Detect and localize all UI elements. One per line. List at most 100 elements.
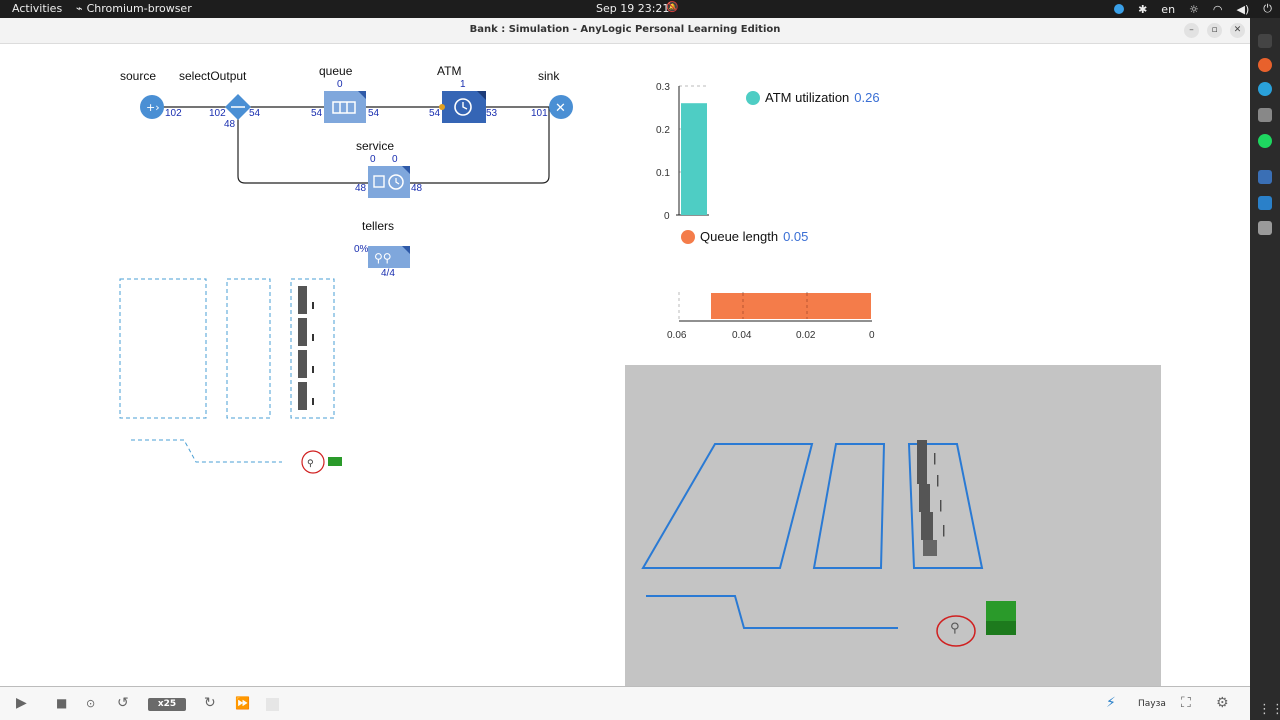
queue-block (324, 91, 366, 123)
queue-out-count: 54 (368, 108, 380, 119)
atm-out-count: 53 (486, 108, 498, 119)
atm-label: ATM (437, 64, 462, 78)
telegram-icon[interactable] (1258, 82, 1272, 96)
power-icon[interactable]: ⏻ (1263, 2, 1272, 16)
speed-up-button[interactable]: ↻ (204, 695, 216, 711)
system-tray[interactable]: ✱ en ☼ ◠ ◀) ⏻ (1114, 2, 1272, 16)
atm-queue-path-2d (131, 439, 282, 463)
teller-desk-3 (298, 350, 307, 378)
brightness-icon[interactable]: ☼ (1189, 3, 1199, 16)
step-button[interactable] (266, 698, 279, 711)
status-label: Пауза (1138, 699, 1166, 709)
minimize-button[interactable]: – (1184, 23, 1199, 38)
queue-legend-swatch (681, 229, 695, 244)
zone-2-2d (226, 278, 271, 419)
dock: ⋮⋮ (1250, 18, 1280, 720)
wifi-icon[interactable]: ◠ (1213, 3, 1223, 16)
bluetooth-icon[interactable]: ✱ (1138, 3, 1147, 16)
trash-icon[interactable] (1258, 221, 1272, 235)
svg-text:⚲: ⚲ (950, 621, 960, 636)
atm-legend-value: 0.26 (854, 90, 880, 105)
simulation-window: Bank : Simulation - AnyLogic Personal Le… (0, 18, 1250, 720)
activities-button[interactable]: Activities (12, 2, 62, 15)
tellers-icon: ⚲⚲ (374, 251, 392, 265)
y-tick-0.3: 0.3 (656, 82, 670, 93)
x-tick-0.04: 0.04 (732, 330, 752, 341)
model-canvas: +› ✕ ⚲⚲ ⚲ 0 0.1 0.2 0.3 0.06 0.04 0.02 0… (0, 44, 1250, 688)
speed-x1-button[interactable]: ⊙ (86, 697, 95, 710)
firefox-icon[interactable] (1258, 58, 1272, 72)
atm-in-count: 54 (429, 108, 441, 119)
x-tick-0.02: 0.02 (796, 330, 816, 341)
system-top-bar: Activities ⌁ Chromium-browser Sep 19 23:… (0, 0, 1280, 18)
teller-desk-3d-4 (923, 540, 937, 556)
anylogic-dock-icon[interactable] (1258, 170, 1272, 184)
sink-in-count: 101 (531, 108, 548, 119)
teller-desk-1 (298, 286, 307, 314)
terminal-icon[interactable] (1258, 34, 1272, 48)
settings-icon[interactable]: ⚙ (1216, 695, 1229, 711)
atm-legend-swatch (746, 90, 760, 105)
service-queue-count: 0 (370, 154, 376, 165)
zone-1-2d (119, 278, 207, 419)
x-tick-0.06: 0.06 (667, 330, 687, 341)
clock[interactable]: Sep 19 23:21 (596, 2, 669, 15)
source-out-count: 102 (165, 108, 182, 119)
select-output-label: selectOutput (179, 69, 247, 83)
keyboard-layout[interactable]: en (1161, 3, 1175, 16)
teller-3d-2: ǀ (936, 473, 940, 487)
app-indicator-icon[interactable] (1114, 4, 1125, 14)
maximize-button[interactable]: ▫ (1207, 23, 1222, 38)
stop-button[interactable]: ■ (56, 696, 67, 710)
teller-desk-3d-1 (917, 440, 927, 484)
teller-desk-4 (298, 382, 307, 410)
x-tick-0: 0 (869, 330, 875, 341)
spotify-icon[interactable] (1258, 134, 1272, 148)
anylogic-icon: ⌁ (76, 2, 83, 15)
run-max-speed-button[interactable]: ⏩ (235, 696, 250, 710)
run-button[interactable]: ▶ (16, 695, 27, 711)
notifications-off-icon: 🔕 (666, 2, 679, 13)
y-tick-0: 0 (664, 211, 670, 222)
teller-desk-2 (298, 318, 307, 346)
simulation-control-bar: ▶ ■ ⊙ ↺ x25 ↻ ⏩ ⚡ Пауза ⛶ ⚙ (0, 686, 1250, 720)
teller-desk-3d-3 (921, 512, 933, 540)
teller-3d-4: ǀ (942, 523, 946, 537)
flowchart-diagram: +› ✕ ⚲⚲ ⚲ 0 0.1 0.2 0.3 0.06 0.04 0.02 0… (119, 82, 1161, 688)
teller-zone-2d (290, 278, 335, 419)
app-menu[interactable]: ⌁ Chromium-browser (76, 2, 192, 15)
select-output-false-count: 48 (224, 119, 236, 130)
select-output-true-count: 54 (249, 108, 261, 119)
close-button[interactable]: ✕ (1230, 23, 1245, 38)
fullscreen-icon[interactable]: ⛶ (1181, 695, 1191, 711)
source-label: source (120, 69, 157, 83)
atm-utilization-legend: ATM utilization 0.26 (746, 90, 880, 105)
y-tick-0.1: 0.1 (656, 168, 670, 179)
slow-down-button[interactable]: ↺ (117, 695, 129, 711)
files-icon[interactable] (1258, 108, 1272, 122)
y-tick-0.2: 0.2 (656, 125, 670, 136)
queue-length-bar (711, 293, 871, 319)
queue-legend-value: 0.05 (783, 229, 809, 244)
teller-3d-3: ǀ (939, 498, 943, 512)
atm-machine-2d (328, 457, 342, 466)
service-delay-count: 0 (392, 154, 398, 165)
show-apps-icon[interactable]: ⋮⋮ (1258, 702, 1280, 717)
svg-text:⚲: ⚲ (307, 459, 314, 469)
atm-utilization-chart: 0 0.1 0.2 0.3 (656, 82, 709, 222)
source-icon: +› (146, 101, 160, 114)
volume-icon[interactable]: ◀) (1237, 3, 1250, 16)
app-name: Chromium-browser (86, 2, 192, 15)
teller-3d-1: ǀ (933, 451, 937, 465)
tellers-utilization: 0% (354, 244, 369, 255)
window-title: Bank : Simulation - AnyLogic Personal Le… (469, 24, 781, 35)
service-in-count: 48 (355, 183, 367, 194)
speed-indicator: x25 (148, 698, 186, 711)
3d-animation-view: ǀ ǀ ǀ ǀ ⚲ (625, 365, 1161, 688)
queue-length-chart: 0.06 0.04 0.02 0 (667, 292, 875, 341)
anylogic-window-icon[interactable] (1258, 196, 1272, 210)
queue-label: queue (319, 64, 353, 78)
anylogic-logo-icon[interactable]: ⚡ (1106, 695, 1116, 711)
title-bar: Bank : Simulation - AnyLogic Personal Le… (0, 18, 1250, 44)
select-output-in-count: 102 (209, 108, 226, 119)
